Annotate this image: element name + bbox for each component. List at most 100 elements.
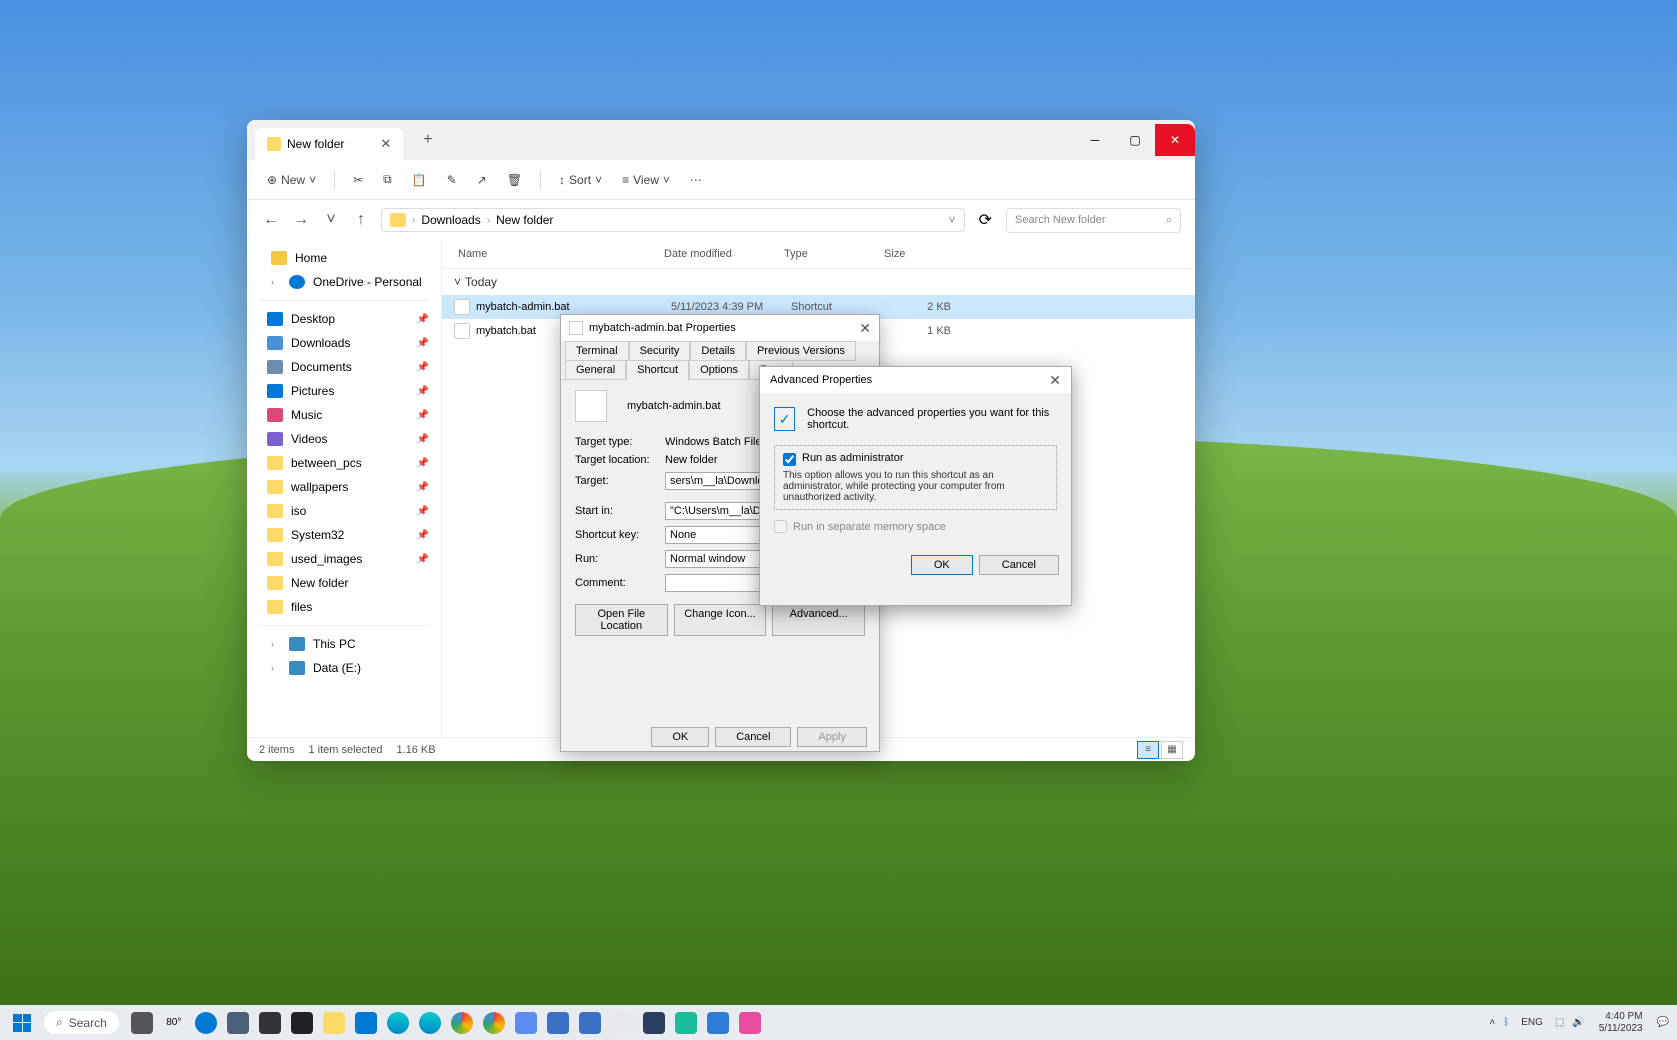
back-button[interactable]: ←: [261, 210, 281, 230]
run-as-admin-checkbox[interactable]: [783, 453, 796, 466]
close-button[interactable]: ✕: [859, 320, 871, 337]
tab-options[interactable]: Options: [689, 360, 749, 380]
close-tab-icon[interactable]: ✕: [380, 136, 391, 152]
rename-button[interactable]: ✎: [441, 169, 463, 191]
taskbar-app[interactable]: [479, 1008, 509, 1038]
taskbar-search[interactable]: ⌕ Search: [44, 1011, 119, 1034]
recent-button[interactable]: ˅: [321, 210, 341, 230]
tab-details[interactable]: Details: [690, 341, 746, 361]
file-explorer-taskbar[interactable]: [319, 1008, 349, 1038]
breadcrumb-item[interactable]: New folder: [496, 213, 553, 227]
edge-taskbar[interactable]: [383, 1008, 413, 1038]
group-today[interactable]: ˅ Today: [442, 269, 1195, 295]
ok-button[interactable]: OK: [911, 555, 973, 575]
tab-previous-versions[interactable]: Previous Versions: [746, 341, 856, 361]
sidebar-folder[interactable]: used_images📌: [247, 547, 441, 571]
sidebar-pictures[interactable]: Pictures📌: [247, 379, 441, 403]
taskbar-app[interactable]: [607, 1008, 637, 1038]
minimize-button[interactable]: ─: [1075, 124, 1115, 156]
close-button[interactable]: ✕: [1049, 372, 1061, 389]
forward-button[interactable]: →: [291, 210, 311, 230]
breadcrumb[interactable]: › Downloads › New folder ˅: [381, 208, 965, 232]
taskbar-app[interactable]: [191, 1008, 221, 1038]
taskbar-app[interactable]: [639, 1008, 669, 1038]
language-indicator[interactable]: ENG: [1517, 1017, 1547, 1028]
tab-general[interactable]: General: [565, 360, 626, 380]
bluetooth-icon[interactable]: ᛒ: [1503, 1017, 1509, 1028]
start-button[interactable]: [8, 1009, 36, 1037]
cancel-button[interactable]: Cancel: [715, 727, 791, 747]
new-tab-button[interactable]: +: [423, 131, 432, 149]
sidebar-thispc[interactable]: ›This PC: [247, 632, 441, 656]
sidebar-folder[interactable]: iso📌: [247, 499, 441, 523]
change-icon-button[interactable]: Change Icon...: [674, 604, 767, 636]
icons-view-button[interactable]: ▦: [1161, 741, 1183, 759]
tray-chevron-icon[interactable]: ˄: [1489, 1017, 1495, 1028]
sidebar-downloads[interactable]: Downloads📌: [247, 331, 441, 355]
sidebar-folder[interactable]: between_pcs📌: [247, 451, 441, 475]
sidebar-videos[interactable]: Videos📌: [247, 427, 441, 451]
sidebar-onedrive[interactable]: ›OneDrive - Personal: [247, 270, 441, 294]
view-button[interactable]: ≡ View ˅: [616, 169, 676, 191]
sidebar-drive[interactable]: ›Data (E:): [247, 656, 441, 680]
taskbar-app[interactable]: [287, 1008, 317, 1038]
column-type[interactable]: Type: [784, 248, 884, 260]
search-input[interactable]: Search New folder ⌕: [1006, 208, 1181, 233]
sidebar-folder[interactable]: files: [247, 595, 441, 619]
details-view-button[interactable]: ≡: [1137, 741, 1159, 759]
refresh-button[interactable]: ⟳: [975, 206, 996, 234]
sidebar-documents[interactable]: Documents📌: [247, 355, 441, 379]
sidebar-desktop[interactable]: Desktop📌: [247, 307, 441, 331]
volume-icon[interactable]: 🔊: [1572, 1017, 1584, 1028]
clock[interactable]: 4:40 PM 5/11/2023: [1593, 1011, 1649, 1035]
taskbar-app[interactable]: [351, 1008, 381, 1038]
open-file-location-button[interactable]: Open File Location: [575, 604, 668, 636]
column-size[interactable]: Size: [884, 248, 944, 260]
tab-terminal[interactable]: Terminal: [565, 341, 629, 361]
sidebar-folder[interactable]: wallpapers📌: [247, 475, 441, 499]
apply-button[interactable]: Apply: [797, 727, 867, 747]
taskbar-app[interactable]: [671, 1008, 701, 1038]
new-button[interactable]: ⊕ New ˅: [261, 169, 322, 191]
sidebar-folder[interactable]: System32📌: [247, 523, 441, 547]
explorer-tab[interactable]: New folder ✕: [255, 128, 403, 160]
column-date[interactable]: Date modified: [664, 248, 784, 260]
network-icon[interactable]: ⬚: [1555, 1017, 1564, 1028]
taskbar-app[interactable]: [575, 1008, 605, 1038]
chevron-down-icon[interactable]: ˅: [949, 213, 956, 227]
sidebar-music[interactable]: Music📌: [247, 403, 441, 427]
paste-button[interactable]: 📋: [406, 169, 433, 191]
tab-shortcut[interactable]: Shortcut: [626, 360, 689, 380]
sort-button[interactable]: ↕ Sort ˅: [553, 169, 608, 191]
copy-button[interactable]: ⧉: [377, 168, 398, 191]
sidebar-folder[interactable]: New folder: [247, 571, 441, 595]
weather-widget[interactable]: 80°: [159, 1008, 189, 1038]
advanced-button[interactable]: Advanced...: [772, 604, 865, 636]
breadcrumb-item[interactable]: Downloads: [421, 213, 480, 227]
more-button[interactable]: ⋯: [684, 169, 708, 191]
taskbar-app[interactable]: [543, 1008, 573, 1038]
taskbar-app[interactable]: [415, 1008, 445, 1038]
maximize-button[interactable]: ▢: [1115, 124, 1155, 156]
cut-button[interactable]: ✂: [347, 169, 369, 191]
sidebar-home[interactable]: Home: [247, 246, 441, 270]
taskbar-app[interactable]: [223, 1008, 253, 1038]
task-view-button[interactable]: [127, 1008, 157, 1038]
taskbar-app[interactable]: [511, 1008, 541, 1038]
chrome-taskbar[interactable]: [447, 1008, 477, 1038]
ok-button[interactable]: OK: [651, 727, 709, 747]
advanced-description: Choose the advanced properties you want …: [807, 407, 1057, 431]
taskbar-app[interactable]: [735, 1008, 765, 1038]
notifications-icon[interactable]: 💬: [1657, 1017, 1669, 1028]
tab-security[interactable]: Security: [629, 341, 691, 361]
cancel-button[interactable]: Cancel: [979, 555, 1059, 575]
close-button[interactable]: ✕: [1155, 124, 1195, 156]
taskbar-app[interactable]: [255, 1008, 285, 1038]
run-as-admin-label[interactable]: Run as administrator: [802, 452, 904, 464]
share-button[interactable]: ↗: [471, 169, 493, 191]
column-name[interactable]: Name: [454, 248, 664, 260]
paste-icon: 📋: [412, 173, 427, 187]
delete-button[interactable]: 🗑: [501, 169, 528, 191]
taskbar-app[interactable]: [703, 1008, 733, 1038]
up-button[interactable]: ↑: [351, 210, 371, 230]
